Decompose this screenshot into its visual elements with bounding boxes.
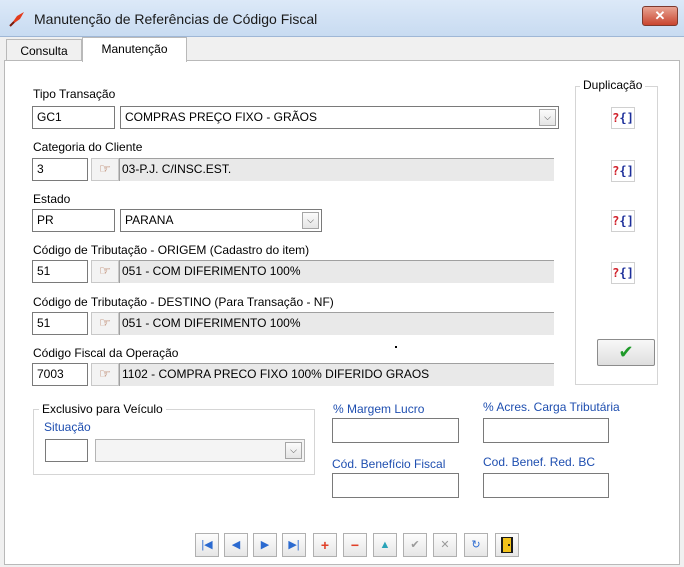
cfop-code-input[interactable]: 7003: [32, 363, 88, 386]
tipo-transacao-label: Tipo Transação: [33, 87, 116, 101]
chevron-down-icon[interactable]: ⌵: [302, 212, 319, 229]
cfop-lookup-hand-icon[interactable]: ☞: [91, 363, 119, 386]
tipo-transacao-select-value: COMPRAS PREÇO FIXO - GRÃOS: [125, 110, 318, 124]
nav-edit-button[interactable]: ▲: [373, 533, 397, 557]
categoria-cliente-lookup-hand-icon[interactable]: ☞: [91, 158, 119, 181]
estado-select[interactable]: PARANA ⌵: [120, 209, 322, 232]
cod-benef-red-input[interactable]: [483, 473, 609, 498]
situacao-select[interactable]: ⌵: [95, 439, 305, 462]
exit-button[interactable]: [495, 533, 519, 557]
margem-lucro-input[interactable]: [332, 418, 459, 443]
duplicacao-title: Duplicação: [580, 78, 646, 92]
cfop-label: Código Fiscal da Operação: [33, 346, 179, 360]
duplicate-estado-button[interactable]: ?{]: [611, 210, 635, 232]
tab-strip: Consulta Manutenção: [0, 37, 684, 62]
categoria-cliente-description: 03-P.J. C/INSC.EST.: [119, 158, 554, 181]
bracket-icon: {]: [619, 164, 634, 178]
duplicate-tipo-transacao-button[interactable]: ?{]: [611, 107, 635, 129]
margem-lucro-label: % Margem Lucro: [333, 402, 425, 416]
confirm-duplication-button[interactable]: ✔: [597, 339, 655, 366]
bracket-icon: {]: [619, 214, 634, 228]
tab-manutencao[interactable]: Manutenção: [82, 37, 187, 62]
categoria-cliente-code-input[interactable]: 3: [32, 158, 88, 181]
acres-carga-label: % Acres. Carga Tributária: [483, 400, 620, 414]
window-title: Manutenção de Referências de Código Fisc…: [34, 11, 318, 27]
checkmark-icon: ✔: [618, 342, 634, 362]
veiculo-title: Exclusivo para Veículo: [39, 402, 166, 416]
nav-cancel-button[interactable]: ✕: [433, 533, 457, 557]
cfop-description: 1102 - COMPRA PRECO FIXO 100% DIFERIDO G…: [119, 363, 554, 386]
close-button[interactable]: ✕: [642, 6, 678, 26]
nav-refresh-button[interactable]: ↻: [464, 533, 488, 557]
nav-delete-button[interactable]: −: [343, 533, 367, 557]
cod-benef-red-label: Cod. Benef. Red. BC: [483, 455, 596, 469]
title-bar: Manutenção de Referências de Código Fisc…: [0, 0, 684, 37]
trib-destino-label: Código de Tributação - DESTINO (Para Tra…: [33, 295, 334, 309]
estado-label: Estado: [33, 192, 71, 206]
cursor-dot: [395, 346, 397, 348]
tipo-transacao-code-input[interactable]: GC1: [32, 106, 115, 129]
trib-origem-description: 051 - COM DIFERIMENTO 100%: [119, 260, 554, 283]
trib-destino-code-input[interactable]: 51: [32, 312, 88, 335]
cod-beneficio-label: Cód. Benefício Fiscal: [332, 457, 446, 471]
nav-last-button[interactable]: ▶|: [282, 533, 306, 557]
app-icon: [9, 12, 24, 27]
trib-origem-label: Código de Tributação - ORIGEM (Cadastro …: [33, 243, 310, 257]
duplicate-categoria-button[interactable]: ?{]: [611, 160, 635, 182]
duplicate-trib-origem-button[interactable]: ?{]: [611, 262, 635, 284]
categoria-cliente-label: Categoria do Cliente: [33, 140, 143, 154]
trib-origem-code-input[interactable]: 51: [32, 260, 88, 283]
bracket-icon: {]: [619, 266, 634, 280]
nav-insert-button[interactable]: +: [313, 533, 337, 557]
cod-beneficio-input[interactable]: [332, 473, 459, 498]
chevron-down-icon[interactable]: ⌵: [285, 442, 302, 459]
estado-select-value: PARANA: [125, 213, 174, 227]
trib-origem-lookup-hand-icon[interactable]: ☞: [91, 260, 119, 283]
nav-prior-button[interactable]: ◀: [224, 533, 248, 557]
estado-code-input[interactable]: PR: [32, 209, 115, 232]
nav-first-button[interactable]: |◀: [195, 533, 219, 557]
chevron-down-icon[interactable]: ⌵: [539, 109, 556, 126]
acres-carga-input[interactable]: [483, 418, 609, 443]
trib-destino-description: 051 - COM DIFERIMENTO 100%: [119, 312, 554, 335]
tipo-transacao-select[interactable]: COMPRAS PREÇO FIXO - GRÃOS ⌵: [120, 106, 559, 129]
exit-door-icon: [501, 537, 513, 553]
tab-consulta[interactable]: Consulta: [6, 39, 82, 61]
nav-next-button[interactable]: ▶: [253, 533, 277, 557]
situacao-label: Situação: [44, 420, 91, 434]
nav-post-button[interactable]: ✔: [403, 533, 427, 557]
situacao-code-input[interactable]: [45, 439, 88, 462]
trib-destino-lookup-hand-icon[interactable]: ☞: [91, 312, 119, 335]
bracket-icon: {]: [619, 111, 634, 125]
